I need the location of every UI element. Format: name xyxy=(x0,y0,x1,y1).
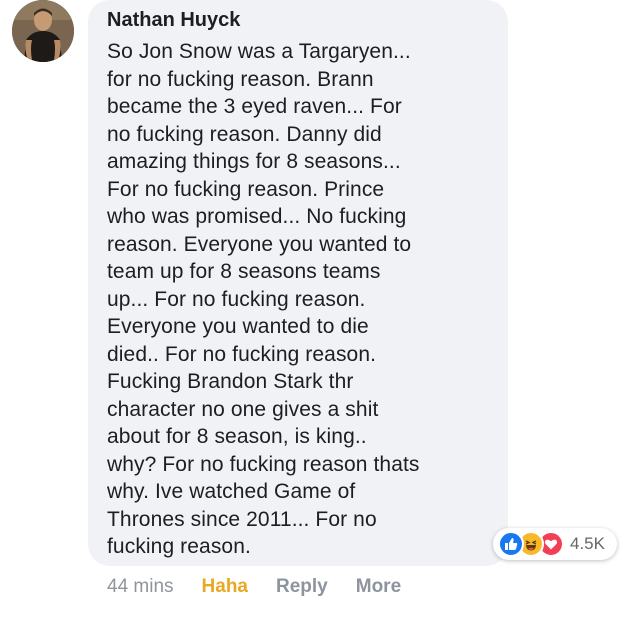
haha-reaction-button[interactable]: Haha xyxy=(202,574,248,600)
avatar[interactable] xyxy=(12,0,74,62)
reaction-count: 4.5K xyxy=(570,534,605,553)
comment-timestamp[interactable]: 44 mins xyxy=(107,574,174,600)
reaction-summary[interactable]: 4.5K xyxy=(493,528,617,560)
more-button[interactable]: More xyxy=(356,574,401,600)
comment-actions: 44 mins Haha Reply More xyxy=(107,574,429,600)
comment-text: So Jon Snow was a Targaryen... for no fu… xyxy=(107,40,420,558)
comment-bubble: Nathan Huyck So Jon Snow was a Targaryen… xyxy=(88,0,508,566)
comment-author[interactable]: Nathan Huyck xyxy=(107,6,494,34)
avatar-photo xyxy=(12,0,74,62)
reply-button[interactable]: Reply xyxy=(276,574,328,600)
like-icon xyxy=(498,531,524,557)
